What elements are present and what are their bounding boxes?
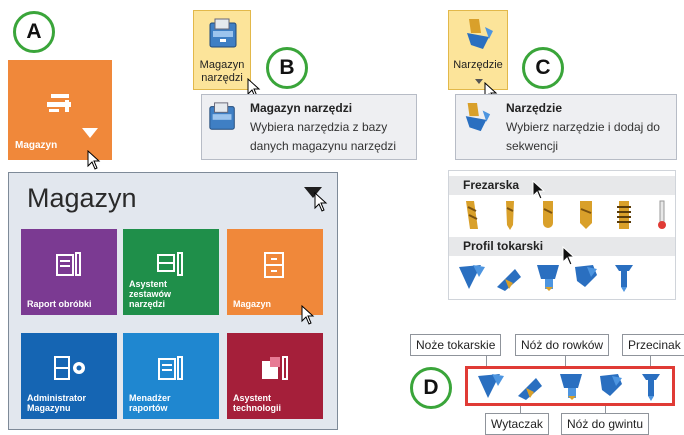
tool-gallery: Frezarska Profil tokarski bbox=[448, 170, 676, 300]
tile-asystent-zestawow[interactable]: Asystent zestawów narzędzi bbox=[123, 229, 219, 315]
mouse-cursor-icon bbox=[562, 246, 578, 268]
tooltip-title: Magazyn narzędzi bbox=[250, 101, 353, 115]
report-icon bbox=[54, 251, 84, 286]
group-header-milling: Frezarska bbox=[449, 176, 675, 195]
tile-magazyn[interactable]: Magazyn bbox=[227, 229, 323, 315]
tile-menadzer-raportow[interactable]: Menadżer raportów bbox=[123, 333, 219, 419]
magazyn-tile-label: Magazyn bbox=[15, 140, 58, 151]
tooltip-desc-line2: sekwencji bbox=[506, 139, 559, 153]
dropdown-arrow-icon[interactable] bbox=[475, 79, 483, 84]
turning-tools-highlight bbox=[465, 366, 675, 406]
callout-a: A bbox=[13, 11, 55, 53]
mouse-cursor-icon bbox=[532, 180, 548, 202]
tooltip-desc-line1: Wybierz narzędzie i dodaj do bbox=[506, 120, 660, 134]
tile-label: Administrator Magazynu bbox=[27, 393, 87, 413]
turning-tool-45-icon[interactable] bbox=[516, 370, 548, 402]
mouse-cursor-icon bbox=[301, 305, 317, 327]
label-noz-do-rowkow: Nóż do rowków bbox=[515, 334, 610, 356]
label-przecinak: Przecinak bbox=[622, 334, 684, 356]
narzedzie-button[interactable]: Narzędzie bbox=[448, 10, 508, 90]
turning-tool-45-icon[interactable] bbox=[495, 261, 527, 293]
label-noze-tokarskie: Noże tokarskie bbox=[410, 334, 502, 356]
tile-label: Asystent technologii bbox=[233, 393, 281, 413]
panel-title: Magazyn bbox=[27, 183, 137, 213]
button-label: Narzędzie bbox=[453, 59, 503, 71]
magazyn-narzedzi-button[interactable]: Magazyn narzędzi bbox=[193, 10, 251, 90]
callout-d: D bbox=[410, 367, 452, 409]
magazyn-panel: Magazyn Raport obróbki Asystent zestawów… bbox=[8, 172, 338, 430]
milling-tools-row bbox=[457, 199, 679, 231]
turning-tool-icon bbox=[463, 17, 495, 56]
admin-gear-icon bbox=[54, 355, 88, 390]
boring-tool-icon[interactable] bbox=[596, 370, 628, 402]
mouse-cursor-icon bbox=[314, 192, 330, 214]
technology-assistant-icon bbox=[260, 355, 290, 390]
drill-icon[interactable] bbox=[495, 199, 527, 231]
tile-label: Magazyn bbox=[233, 299, 272, 309]
callout-b: B bbox=[266, 47, 308, 89]
threading-tool-icon[interactable] bbox=[609, 261, 641, 293]
tile-label: Menadżer raportów bbox=[129, 393, 171, 413]
tile-raport-obrobki[interactable]: Raport obróbki bbox=[21, 229, 117, 315]
turning-tool-icon[interactable] bbox=[476, 370, 508, 402]
turning-tool-icon bbox=[462, 101, 492, 138]
tooltip-title: Narzędzie bbox=[506, 101, 563, 115]
dropdown-arrow-icon[interactable] bbox=[82, 128, 98, 138]
turning-tool-icon[interactable] bbox=[457, 261, 489, 293]
threading-tool-icon[interactable] bbox=[636, 370, 668, 402]
magazyn-narzedzi-tooltip: Magazyn narzędzi Wybiera narzędzia z baz… bbox=[201, 94, 417, 160]
tile-asystent-technologii[interactable]: Asystent technologii bbox=[227, 333, 323, 419]
narzedzie-tooltip: Narzędzie Wybierz narzędzie i dodaj do s… bbox=[455, 94, 677, 160]
button-label: Magazyn narzędzi bbox=[199, 59, 245, 84]
ball-mill-icon[interactable] bbox=[533, 199, 565, 231]
grooving-tool-icon[interactable] bbox=[533, 261, 565, 293]
cabinet-icon bbox=[260, 251, 290, 286]
thread-mill-icon[interactable] bbox=[609, 199, 641, 231]
tool-cabinet-icon bbox=[207, 17, 241, 56]
tooltip-desc-line2: danych magazynu narzędzi bbox=[250, 139, 397, 153]
tile-label: Asystent zestawów narzędzi bbox=[129, 279, 172, 309]
probe-icon[interactable] bbox=[647, 199, 679, 231]
tile-label: Raport obróbki bbox=[27, 299, 92, 309]
tool-holder-icon bbox=[45, 92, 75, 123]
grooving-tool-icon[interactable] bbox=[556, 370, 588, 402]
callout-c: C bbox=[522, 47, 564, 89]
turning-tools-row bbox=[457, 261, 641, 293]
tile-administrator-magazynu[interactable]: Administrator Magazynu bbox=[21, 333, 117, 419]
tool-cabinet-icon bbox=[207, 101, 239, 138]
mouse-cursor-icon bbox=[87, 150, 103, 172]
report-manager-icon bbox=[156, 355, 186, 390]
tooltip-desc-line1: Wybiera narzędzia z bazy bbox=[250, 120, 388, 134]
end-mill-icon[interactable] bbox=[457, 199, 489, 231]
chamfer-mill-icon[interactable] bbox=[571, 199, 603, 231]
magazyn-split-button[interactable]: Magazyn bbox=[8, 60, 112, 160]
label-wytaczak: Wytaczak bbox=[485, 413, 549, 435]
label-noz-do-gwintu: Nóż do gwintu bbox=[561, 413, 650, 435]
